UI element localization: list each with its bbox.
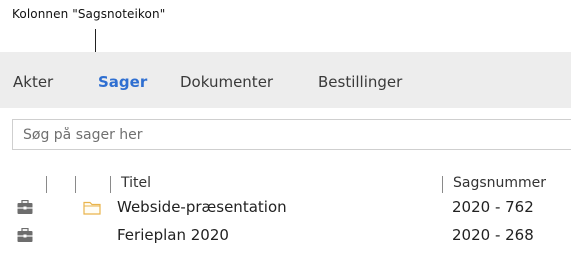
annotation-label: Kolonnen "Sagsnoteikon": [12, 7, 166, 21]
case-title: Ferieplan 2020: [117, 226, 229, 244]
column-separator[interactable]: [46, 176, 47, 193]
table-row[interactable]: Ferieplan 2020 2020 - 268: [0, 223, 571, 248]
tab-akter[interactable]: Akter: [13, 73, 53, 91]
tab-bar: Akter Sager Dokumenter Bestillinger: [0, 52, 571, 108]
column-separator[interactable]: [442, 176, 443, 193]
column-separator[interactable]: [110, 176, 111, 193]
case-number: 2020 - 268: [452, 226, 534, 244]
tab-bestillinger[interactable]: Bestillinger: [318, 73, 402, 91]
case-number: 2020 - 762: [452, 198, 534, 216]
tab-dokumenter[interactable]: Dokumenter: [180, 73, 273, 91]
table-row[interactable]: Webside-præsentation 2020 - 762: [0, 195, 571, 220]
case-icon: [17, 200, 33, 214]
tab-sager[interactable]: Sager: [98, 73, 147, 91]
case-icon: [17, 228, 33, 242]
case-panel: Akter Sager Dokumenter Bestillinger Tite…: [0, 52, 571, 271]
note-icon[interactable]: [83, 201, 101, 215]
column-header-title[interactable]: Titel: [121, 175, 151, 191]
column-separator[interactable]: [75, 176, 76, 193]
search-input[interactable]: [12, 119, 571, 150]
column-header-case-number[interactable]: Sagsnummer: [453, 175, 546, 191]
case-title: Webside-præsentation: [117, 198, 287, 216]
column-header-row: Titel Sagsnummer: [0, 172, 571, 194]
